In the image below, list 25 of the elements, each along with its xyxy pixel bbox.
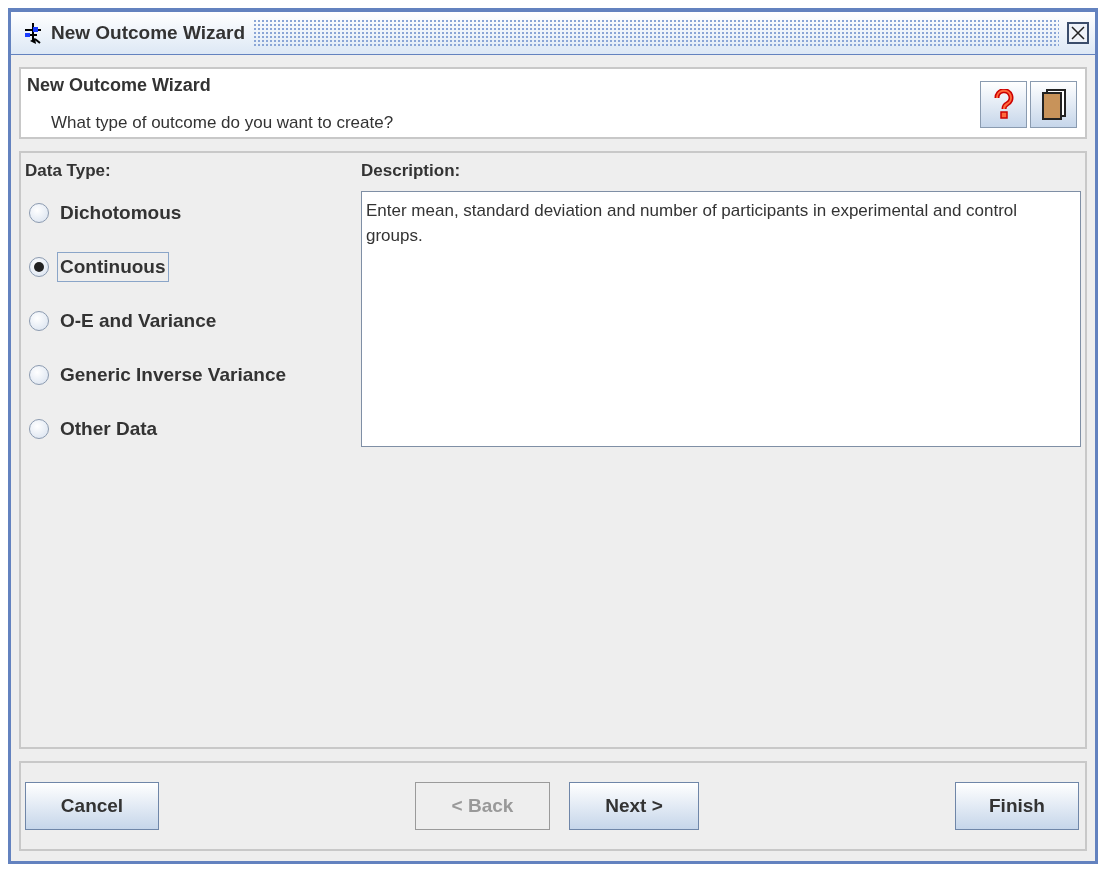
description-text: Enter mean, standard deviation and number of participants in experimental and control groups. bbox=[361, 191, 1081, 447]
book-icon bbox=[1040, 88, 1067, 120]
finish-button[interactable]: Finish bbox=[955, 782, 1079, 830]
option-label[interactable]: Dichotomous bbox=[57, 198, 185, 228]
window-title: New Outcome Wizard bbox=[51, 22, 246, 44]
option-label[interactable]: Other Data bbox=[57, 414, 161, 444]
book-button[interactable] bbox=[1030, 80, 1077, 128]
radio-button[interactable] bbox=[29, 311, 49, 331]
header-title: New Outcome Wizard bbox=[27, 75, 212, 96]
question-mark-icon bbox=[993, 89, 1014, 119]
help-button[interactable] bbox=[980, 80, 1027, 128]
data-type-label: Data Type: bbox=[25, 161, 112, 182]
close-button[interactable] bbox=[1067, 22, 1089, 44]
option-label[interactable]: Continuous bbox=[57, 252, 169, 282]
next-button[interactable]: Next > bbox=[569, 782, 699, 830]
header-subtitle: What type of outcome do you want to create? bbox=[50, 113, 394, 133]
radio-button[interactable] bbox=[29, 365, 49, 385]
radio-button[interactable] bbox=[29, 419, 49, 439]
option-label[interactable]: O-E and Variance bbox=[57, 306, 220, 336]
close-icon bbox=[1071, 26, 1085, 40]
cancel-button[interactable]: Cancel bbox=[25, 782, 159, 830]
option-label[interactable]: Generic Inverse Variance bbox=[57, 360, 290, 390]
description-label: Description: bbox=[361, 161, 462, 182]
radio-button[interactable] bbox=[29, 203, 49, 223]
radio-button[interactable] bbox=[29, 257, 49, 277]
